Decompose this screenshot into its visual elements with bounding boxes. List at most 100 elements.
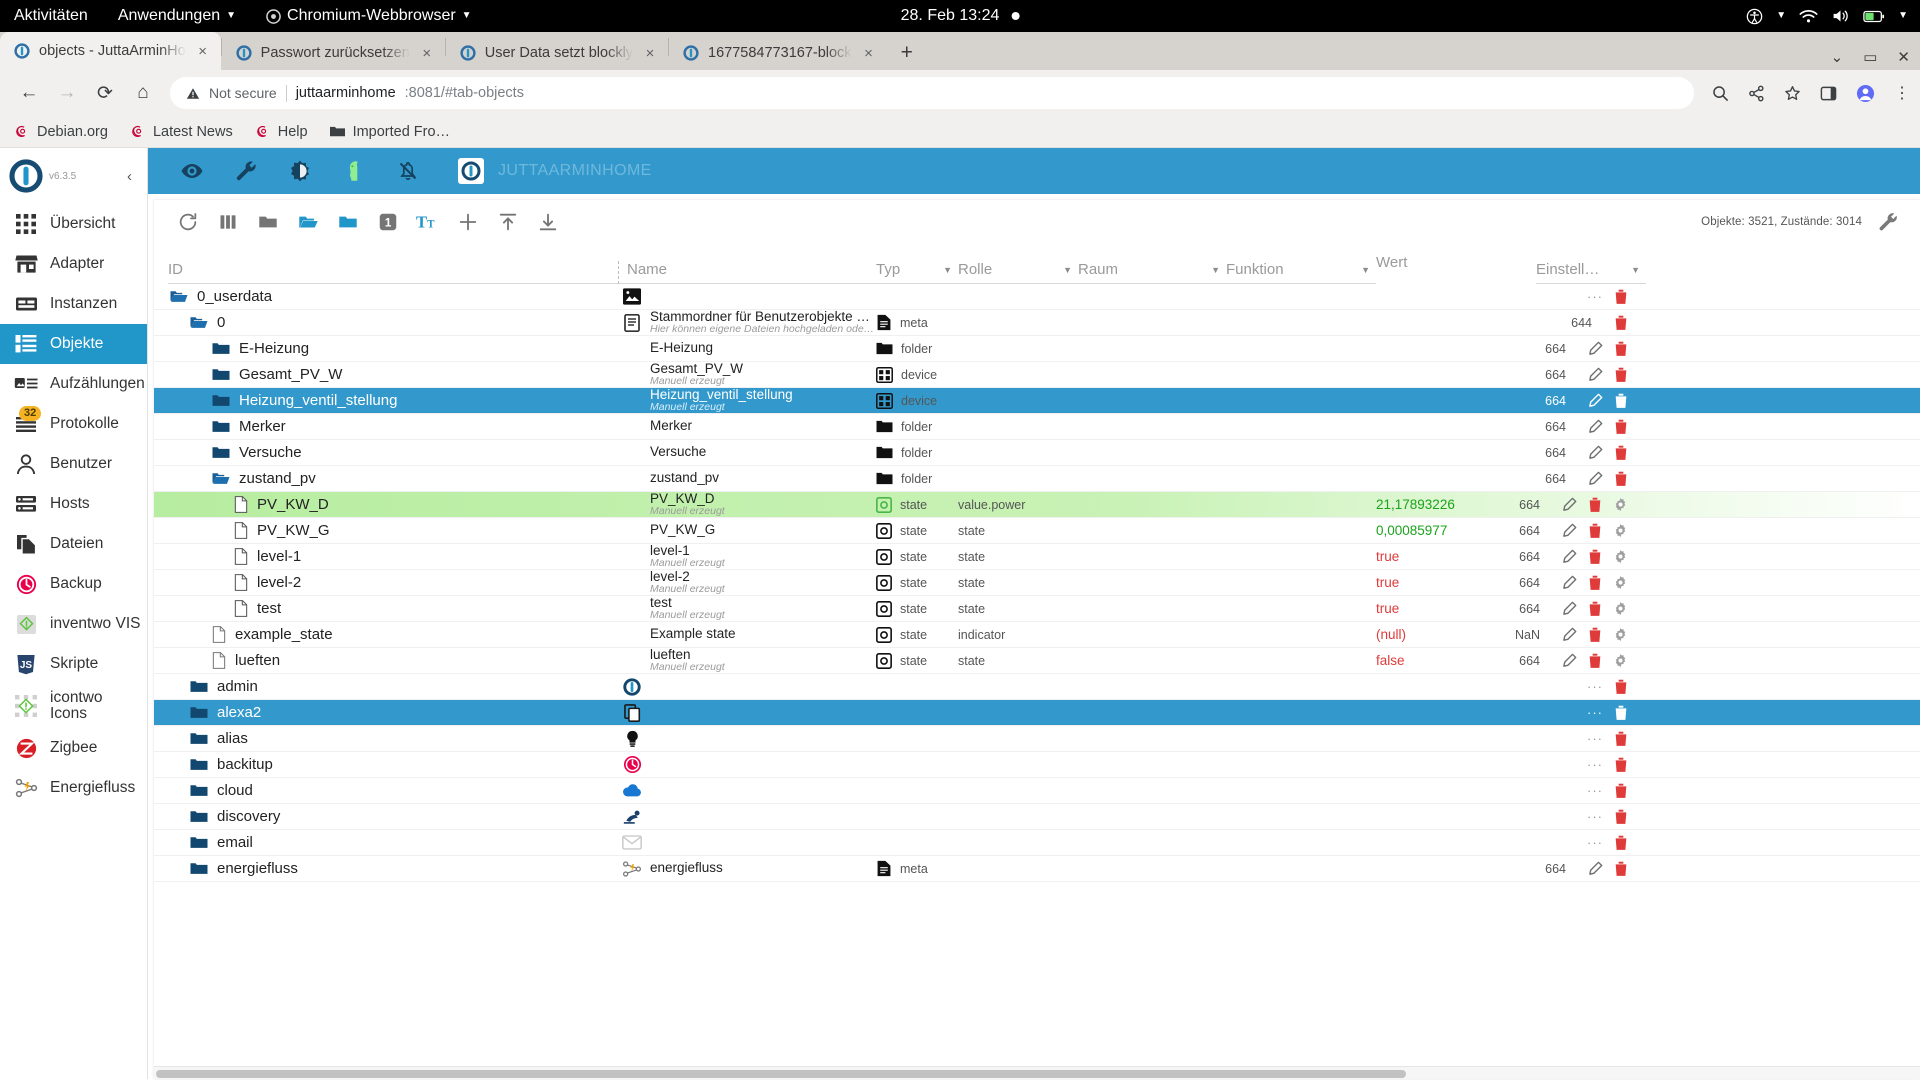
trash-icon[interactable] <box>1614 705 1628 721</box>
pencil-icon[interactable] <box>1562 497 1577 512</box>
table-row[interactable]: Gesamt_PV_W Gesamt_PV_W Manuell erzeugt dev… <box>154 362 1920 388</box>
gear-icon[interactable] <box>1613 523 1628 538</box>
folder-blue-icon[interactable] <box>328 202 368 242</box>
browser-tab-0[interactable]: objects - JuttaArminHo × <box>0 32 221 70</box>
table-row[interactable]: level-2 level-2 Manuell erzeugt state state t… <box>154 570 1920 596</box>
trash-icon[interactable] <box>1588 575 1602 591</box>
tab-close-button[interactable]: × <box>642 45 658 62</box>
applications-menu[interactable]: Anwendungen ▼ <box>118 7 236 25</box>
trash-icon[interactable] <box>1588 549 1602 565</box>
trash-icon[interactable] <box>1614 835 1628 851</box>
clock[interactable]: 28. Feb 13:24 <box>901 7 1020 25</box>
bookmark-2[interactable]: Help <box>255 124 308 140</box>
browser-tab-1[interactable]: Passwort zurücksetzen × <box>222 36 445 70</box>
bookmark-star-icon[interactable] <box>1784 85 1801 102</box>
column-header-name[interactable]: Name <box>618 261 876 284</box>
column-header-typ[interactable]: Typ ▼ <box>876 261 958 284</box>
green-head-icon[interactable] <box>342 159 366 183</box>
minimize-button[interactable]: ⌄ <box>1831 48 1844 66</box>
browser-menu-icon[interactable]: ⋮ <box>1894 83 1910 103</box>
sidebar-item-hosts[interactable]: Hosts <box>0 484 147 524</box>
sidebar-item-energiefluss[interactable]: Energiefluss <box>0 768 147 808</box>
sidebar-item-instanzen[interactable]: Instanzen <box>0 284 147 324</box>
chevron-down-icon[interactable]: ▼ <box>1361 265 1376 275</box>
new-tab-button[interactable]: + <box>887 41 927 70</box>
trash-icon[interactable] <box>1614 783 1628 799</box>
chevron-down-icon[interactable]: ▼ <box>943 265 958 275</box>
eye-icon[interactable] <box>180 159 204 183</box>
close-window-button[interactable]: ✕ <box>1897 48 1910 66</box>
back-button[interactable]: ← <box>10 74 48 112</box>
table-row[interactable]: lueften lueften Manuell erzeugt state state f… <box>154 648 1920 674</box>
table-row[interactable]: Heizung_ventil_stellung Heizung_ventil_st… <box>154 388 1920 414</box>
trash-icon[interactable] <box>1614 341 1628 357</box>
trash-icon[interactable] <box>1614 861 1628 877</box>
pencil-icon[interactable] <box>1562 549 1577 564</box>
table-row[interactable]: zustand_pv zustand_pv folder 664 <box>154 466 1920 492</box>
download-icon[interactable] <box>528 202 568 242</box>
contrast-icon[interactable] <box>288 159 312 183</box>
column-header-einstellungen[interactable]: Einstell… ▼ <box>1536 261 1646 284</box>
forward-button[interactable]: → <box>48 74 86 112</box>
trash-icon[interactable] <box>1588 601 1602 617</box>
pencil-icon[interactable] <box>1588 445 1603 460</box>
table-row[interactable]: discovery ··· <box>154 804 1920 830</box>
sidebar-item-aufz-hlungen[interactable]: Aufzählungen <box>0 364 147 404</box>
chevron-down-icon[interactable]: ▼ <box>1063 265 1078 275</box>
trash-icon[interactable] <box>1614 679 1628 695</box>
table-row[interactable]: email ··· <box>154 830 1920 856</box>
pencil-icon[interactable] <box>1562 575 1577 590</box>
gear-icon[interactable] <box>1613 575 1628 590</box>
add-icon[interactable] <box>448 202 488 242</box>
table-row[interactable]: test test Manuell erzeugt state state true 664 <box>154 596 1920 622</box>
sidebar-item-adapter[interactable]: Adapter <box>0 244 147 284</box>
reload-button[interactable]: ⟳ <box>86 74 124 112</box>
bookmark-1[interactable]: Latest News <box>130 124 233 140</box>
pencil-icon[interactable] <box>1562 627 1577 642</box>
table-row[interactable]: PV_KW_G PV_KW_G state state 0,00085977 664 <box>154 518 1920 544</box>
chevron-down-icon[interactable]: ▼ <box>1776 11 1786 21</box>
browser-tab-3[interactable]: 1677584773167-block × <box>669 36 887 70</box>
trash-icon[interactable] <box>1614 419 1628 435</box>
table-row[interactable]: 0_userdata ··· <box>154 284 1920 310</box>
pencil-icon[interactable] <box>1588 341 1603 356</box>
profile-avatar-icon[interactable] <box>1856 84 1875 103</box>
gear-icon[interactable] <box>1613 627 1628 642</box>
table-row[interactable]: alias ··· <box>154 726 1920 752</box>
wifi-icon[interactable] <box>1799 9 1818 24</box>
objects-table-body[interactable]: 0_userdata ··· 0 Stammordner für Benutzerob… <box>154 284 1920 1066</box>
table-row[interactable]: admin ··· <box>154 674 1920 700</box>
gear-icon[interactable] <box>1613 653 1628 668</box>
pencil-icon[interactable] <box>1588 861 1603 876</box>
table-row[interactable]: cloud ··· <box>154 778 1920 804</box>
settings-wrench-icon[interactable] <box>1868 202 1908 242</box>
folder-closed-icon[interactable] <box>248 202 288 242</box>
pencil-icon[interactable] <box>1588 419 1603 434</box>
sidebar-item-benutzer[interactable]: Benutzer <box>0 444 147 484</box>
pencil-icon[interactable] <box>1562 601 1577 616</box>
chevron-down-icon[interactable]: ▼ <box>1211 265 1226 275</box>
pencil-icon[interactable] <box>1588 393 1603 408</box>
home-button[interactable]: ⌂ <box>124 74 162 112</box>
table-row[interactable]: E-Heizung E-Heizung folder 664 <box>154 336 1920 362</box>
column-header-rolle[interactable]: Rolle ▼ <box>958 261 1078 284</box>
trash-icon[interactable] <box>1614 757 1628 773</box>
trash-icon[interactable] <box>1614 445 1628 461</box>
sidebar-item-backup[interactable]: Backup <box>0 564 147 604</box>
trash-icon[interactable] <box>1614 731 1628 747</box>
gear-icon[interactable] <box>1613 601 1628 616</box>
chevron-down-icon[interactable]: ▼ <box>1631 265 1646 275</box>
trash-icon[interactable] <box>1588 523 1602 539</box>
table-row[interactable]: backitup ··· <box>154 752 1920 778</box>
system-tray[interactable]: ▼ ▼ <box>1746 0 1908 32</box>
refresh-icon[interactable] <box>168 202 208 242</box>
scrollbar-thumb[interactable] <box>156 1070 1406 1078</box>
column-header-raum[interactable]: Raum ▼ <box>1078 261 1226 284</box>
trash-icon[interactable] <box>1614 471 1628 487</box>
trash-icon[interactable] <box>1614 809 1628 825</box>
table-row[interactable]: example_state Example state state indicator… <box>154 622 1920 648</box>
table-row[interactable]: Versuche Versuche folder 664 <box>154 440 1920 466</box>
bookmark-0[interactable]: Debian.org <box>14 124 108 140</box>
expand-level-1-icon[interactable]: 1 <box>368 202 408 242</box>
address-bar[interactable]: Not secure juttaarminhome:8081/#tab-obje… <box>170 77 1694 109</box>
